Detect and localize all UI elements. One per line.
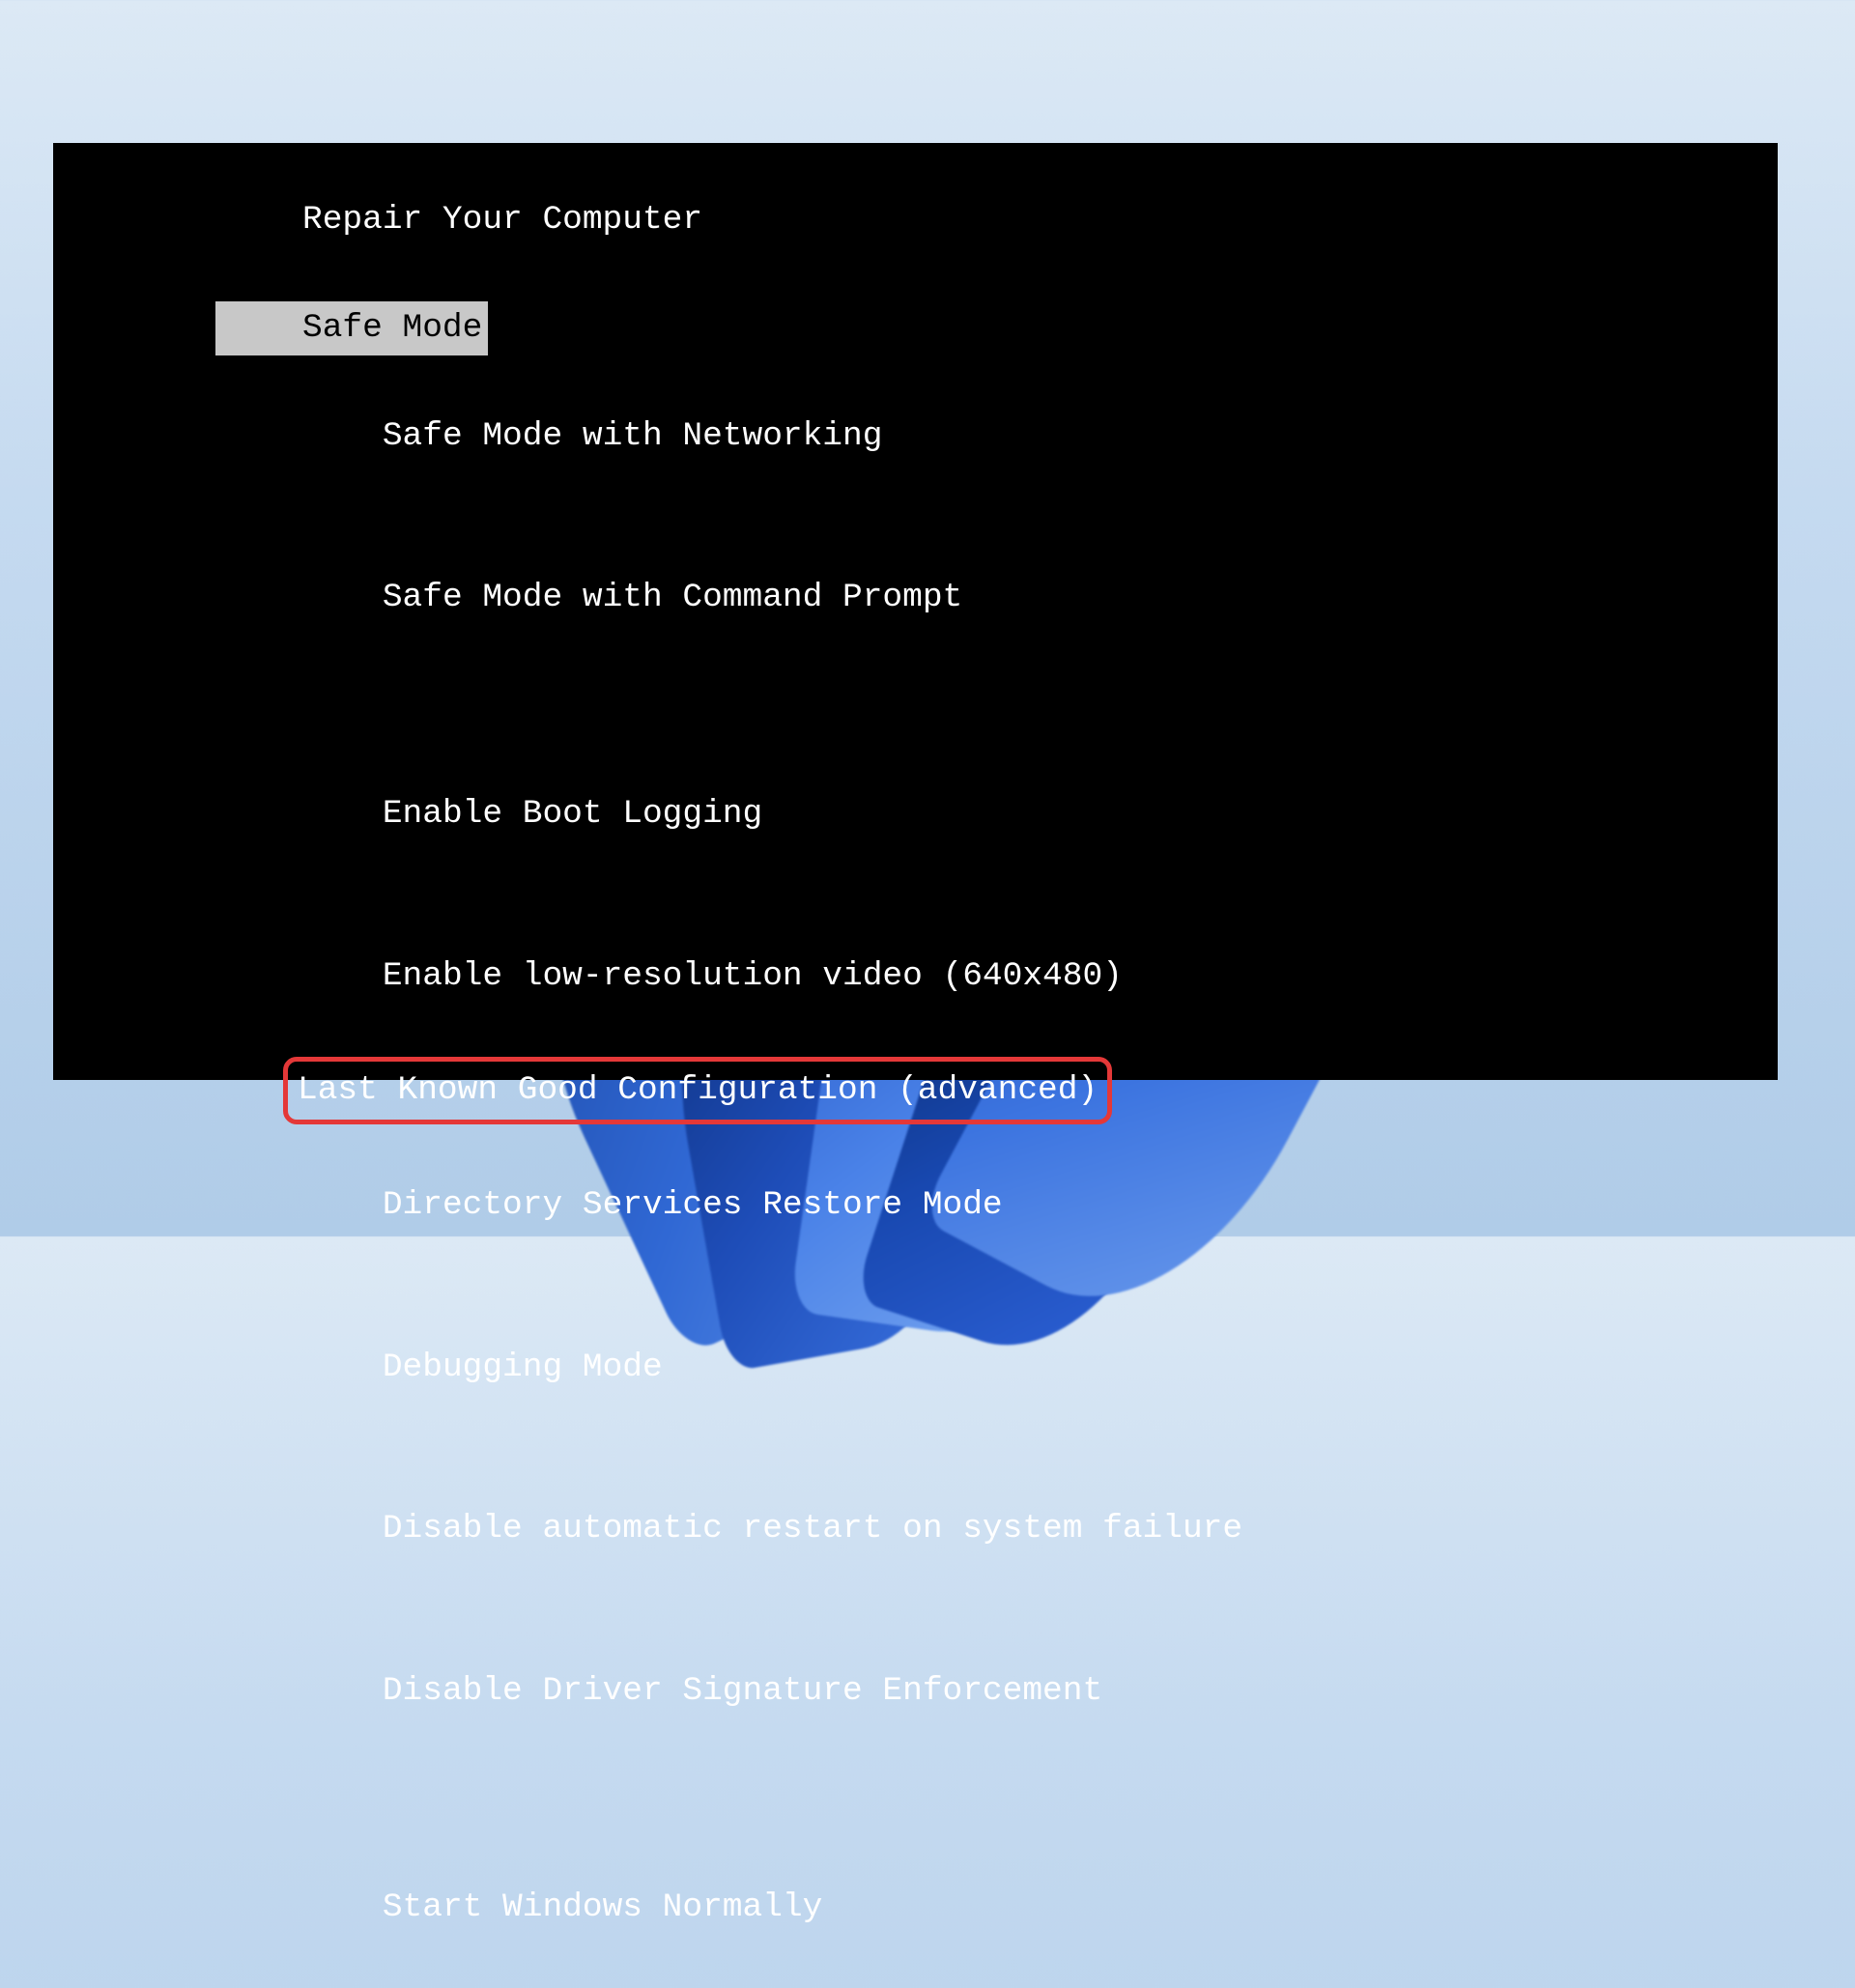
menu-spacer (53, 247, 1778, 301)
boot-option-label: Disable automatic restart on system fail… (383, 1502, 1242, 1556)
boot-option-safe-mode-cmd[interactable]: Safe Mode with Command Prompt (302, 517, 1778, 679)
boot-option-label: Enable Boot Logging (383, 787, 762, 841)
boot-option-disable-auto-restart[interactable]: Disable automatic restart on system fail… (302, 1448, 1778, 1610)
boot-option-boot-logging[interactable]: Enable Boot Logging (302, 733, 1778, 895)
boot-option-label: Disable Driver Signature Enforcement (383, 1664, 1102, 1718)
boot-option-label: Last Known Good Configuration (advanced) (283, 1057, 1112, 1124)
boot-option-directory-services-restore[interactable]: Directory Services Restore Mode (302, 1124, 1778, 1287)
boot-option-safe-mode-networking[interactable]: Safe Mode with Networking (302, 355, 1778, 518)
boot-option-safe-mode[interactable]: Safe Mode (224, 301, 1778, 355)
boot-option-debugging-mode[interactable]: Debugging Mode (302, 1287, 1778, 1449)
boot-option-label: Safe Mode with Command Prompt (383, 571, 962, 625)
boot-option-label: Start Windows Normally (383, 1881, 822, 1935)
boot-option-start-normally[interactable]: Start Windows Normally (302, 1827, 1778, 1988)
boot-option-last-known-good[interactable]: Last Known Good Configuration (advanced) (293, 1057, 1778, 1124)
advanced-boot-options-screen: Repair Your Computer Safe Mode Safe Mode… (53, 143, 1778, 1080)
boot-menu-title: Repair Your Computer (302, 193, 1778, 247)
boot-option-label: Enable low-resolution video (640x480) (383, 950, 1123, 1004)
boot-option-disable-driver-signature[interactable]: Disable Driver Signature Enforcement (302, 1610, 1778, 1773)
boot-option-low-res-video[interactable]: Enable low-resolution video (640x480) (302, 895, 1778, 1058)
menu-spacer (53, 1773, 1778, 1827)
boot-option-label: Safe Mode (215, 301, 488, 355)
boot-option-label: Debugging Mode (383, 1341, 663, 1395)
boot-option-label: Directory Services Restore Mode (383, 1179, 1003, 1233)
boot-option-label: Safe Mode with Networking (383, 410, 883, 464)
menu-spacer (53, 679, 1778, 733)
